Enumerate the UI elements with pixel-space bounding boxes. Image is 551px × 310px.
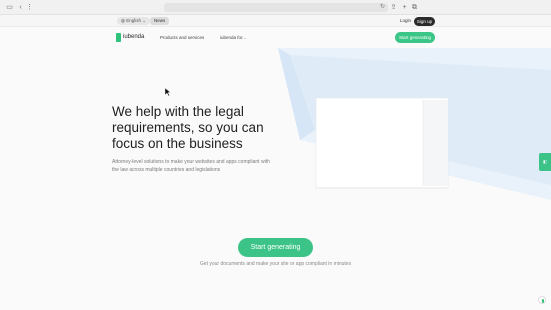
hero-headline: We help with the legal requirements, so … xyxy=(112,104,264,151)
tabs-icon[interactable]: ⧉ xyxy=(410,3,419,12)
language-label: English xyxy=(126,18,141,23)
floating-widget-button[interactable] xyxy=(538,296,546,304)
browser-toolbar: ▭ ‹ ⋮ ↻ ⇪ + ⧉ xyxy=(0,0,551,15)
brand-logo[interactable]: iubenda xyxy=(116,32,144,42)
mouse-cursor-icon xyxy=(165,88,171,96)
hero-cta-note: Get your documents and make your site or… xyxy=(199,261,352,267)
nav-start-generating-button[interactable]: Start generating xyxy=(395,32,435,43)
signup-button[interactable]: Sign up xyxy=(414,16,435,26)
brand-name: iubenda xyxy=(123,34,145,40)
sidebar-icon[interactable]: ▭ xyxy=(5,3,14,12)
brand-mark-icon xyxy=(116,32,121,42)
more-icon[interactable]: ⋮ xyxy=(25,3,34,12)
utility-bar: ◍ English ⌄ News Login Sign up xyxy=(0,15,551,27)
hero-subline: Attorney-level solutions to make your we… xyxy=(112,159,270,173)
chat-icon: ◧ xyxy=(543,159,547,164)
side-feedback-tab[interactable]: ◧ xyxy=(539,153,551,171)
new-tab-icon[interactable]: + xyxy=(400,3,409,12)
nav-item-iubenda-for[interactable]: iubenda for... xyxy=(220,35,246,41)
back-icon[interactable]: ‹ xyxy=(16,3,25,12)
hero-start-generating-button[interactable]: Start generating xyxy=(238,238,313,257)
language-selector[interactable]: ◍ English ⌄ xyxy=(117,17,151,25)
page: ▭ ‹ ⋮ ↻ ⇪ + ⧉ ◍ English ⌄ News Login Sig… xyxy=(0,0,551,310)
reload-icon[interactable]: ↻ xyxy=(380,3,385,12)
brand-mark-icon xyxy=(541,298,544,303)
globe-icon: ◍ xyxy=(121,18,125,23)
address-bar[interactable]: ↻ xyxy=(164,3,388,12)
nav-item-products[interactable]: Products and services xyxy=(160,35,204,41)
share-icon[interactable]: ⇪ xyxy=(389,3,398,12)
chevron-down-icon: ⌄ xyxy=(142,18,147,23)
news-button[interactable]: News xyxy=(150,17,170,25)
login-link[interactable]: Login xyxy=(400,17,411,25)
